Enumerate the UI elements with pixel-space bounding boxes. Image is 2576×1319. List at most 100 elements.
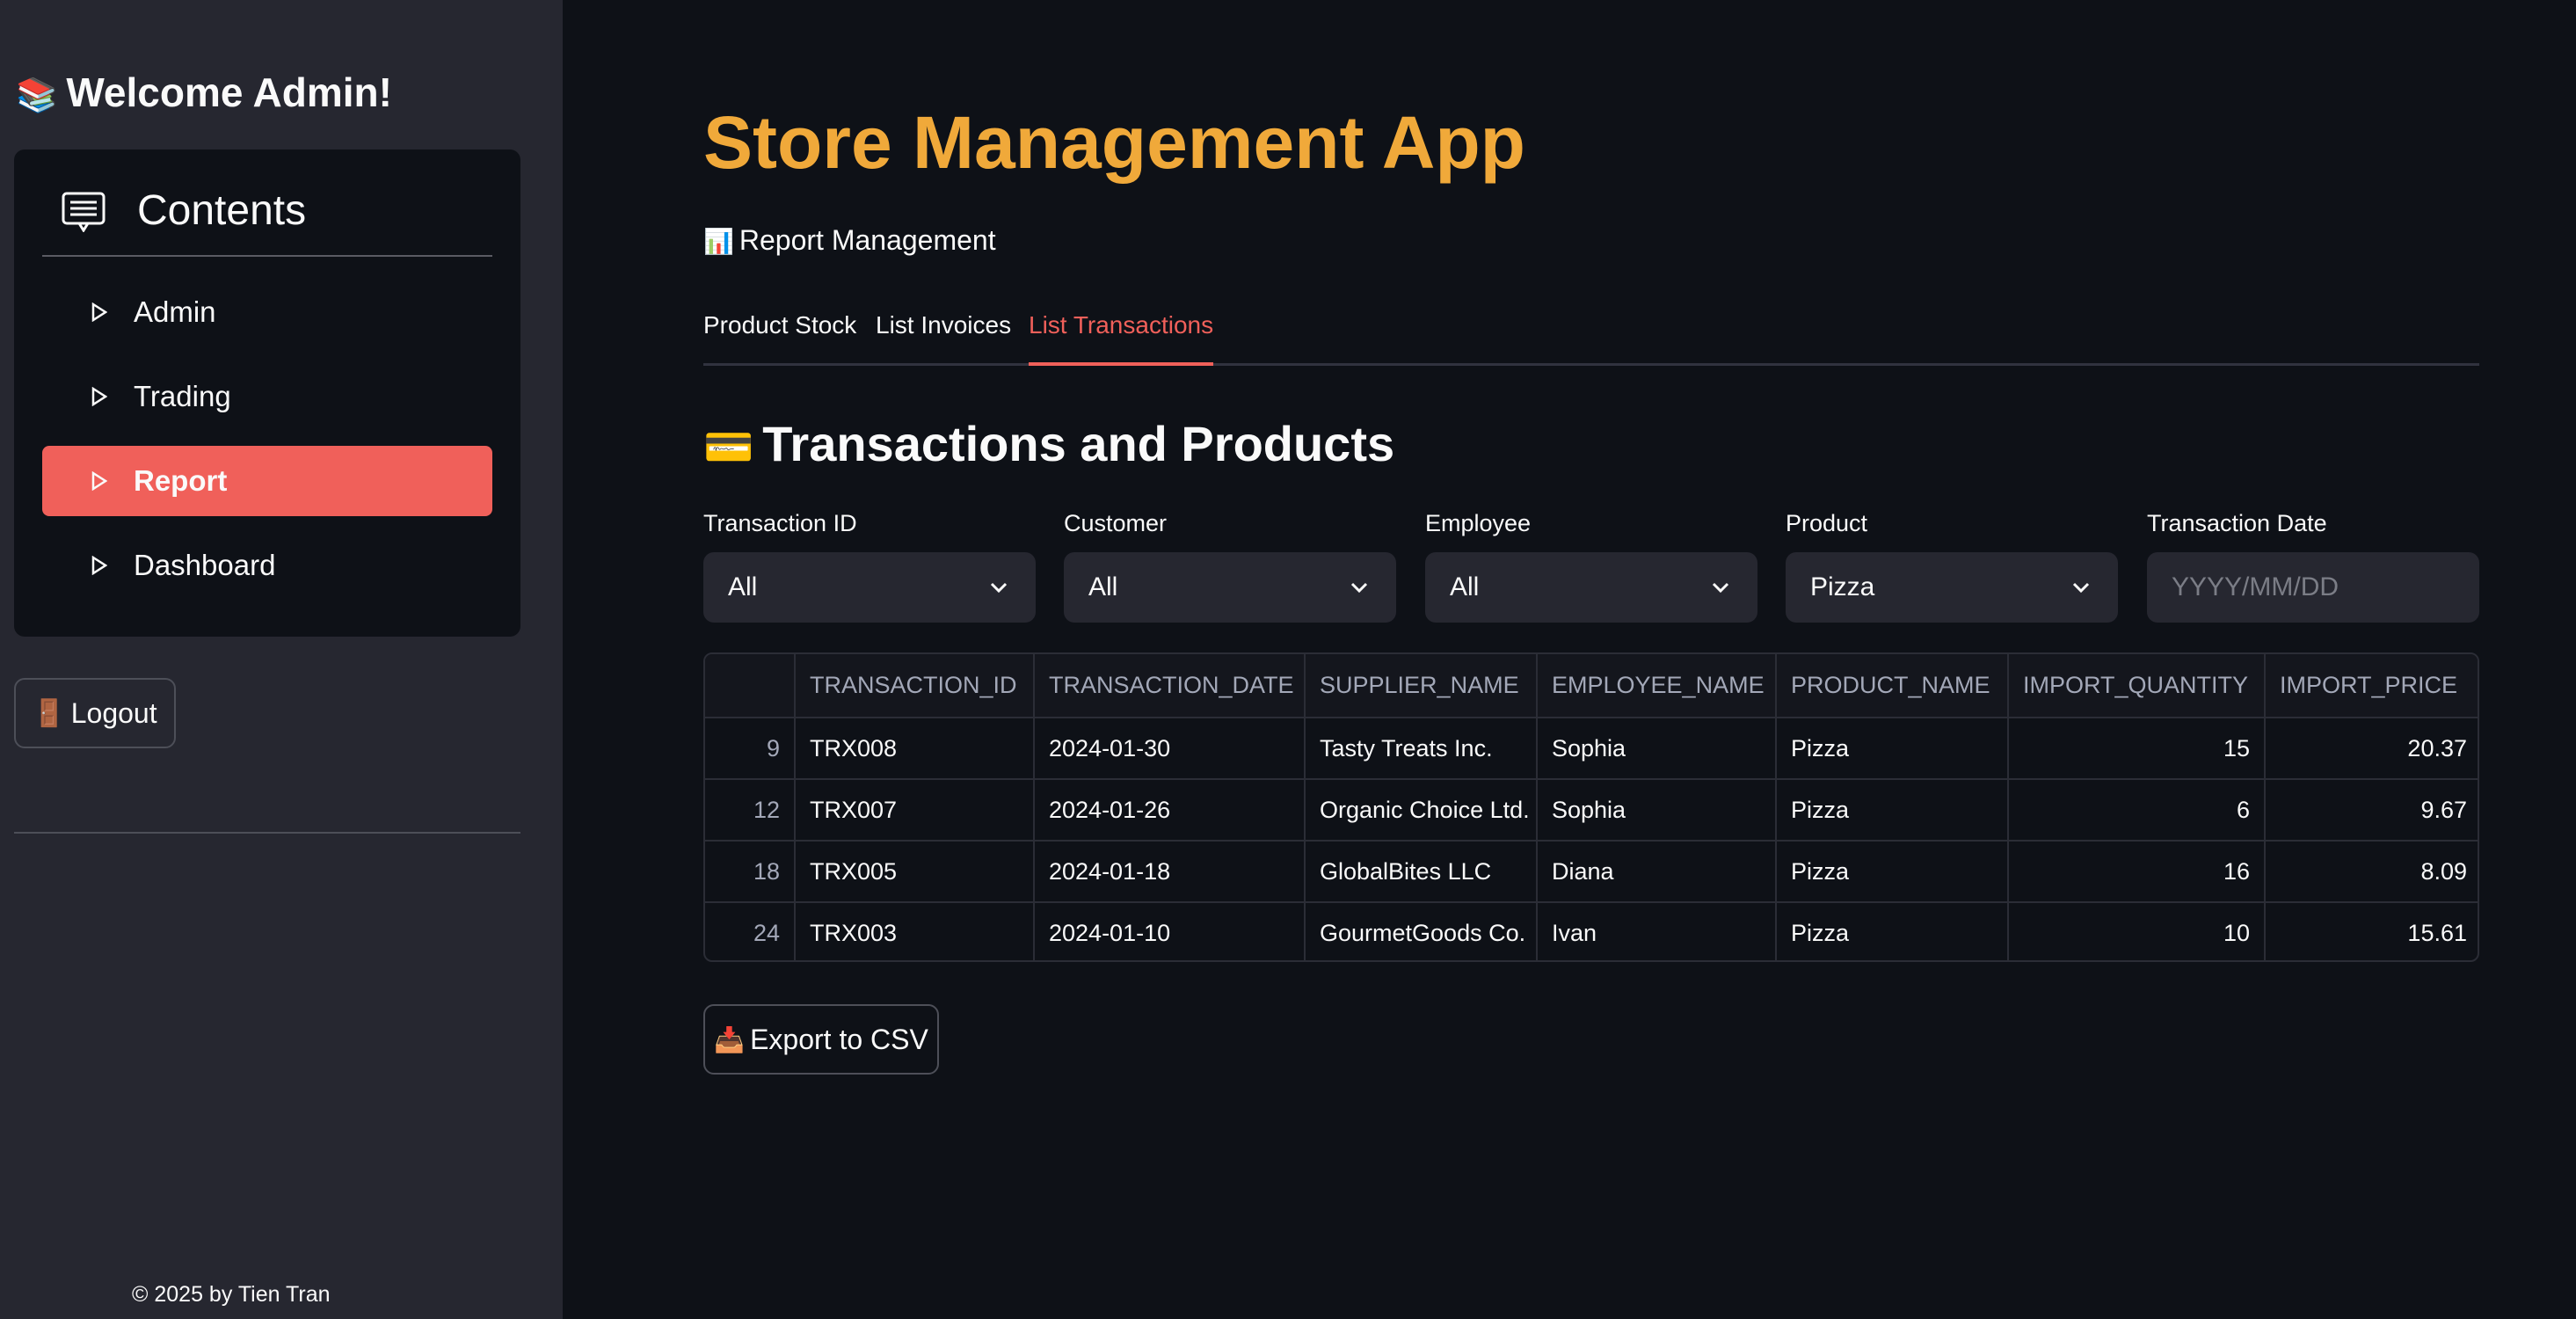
employee-filter: Employee All bbox=[1425, 510, 1757, 623]
table-cell[interactable]: Diana bbox=[1537, 841, 1777, 903]
inbox-tray-icon: 📥 bbox=[714, 1025, 746, 1053]
chevron-down-icon bbox=[2072, 582, 2090, 594]
column-header[interactable]: IMPORT_PRICE bbox=[2265, 654, 2478, 718]
customer-select[interactable]: All bbox=[1064, 552, 1396, 623]
product-filter: Product Pizza bbox=[1786, 510, 2118, 623]
bar-chart-icon: 📊 bbox=[703, 228, 734, 255]
column-header[interactable]: EMPLOYEE_NAME bbox=[1537, 654, 1777, 718]
transaction-id-select[interactable]: All bbox=[703, 552, 1036, 623]
table-cell[interactable]: GlobalBites LLC bbox=[1305, 841, 1538, 903]
table-row: 24 TRX003 2024-01-10 GourmetGoods Co. Iv… bbox=[705, 902, 2478, 960]
select-value: All bbox=[728, 572, 758, 601]
chevron-down-icon bbox=[990, 582, 1008, 594]
sidebar-item-dashboard[interactable]: Dashboard bbox=[42, 530, 492, 601]
sidebar: 📚 Welcome Admin! Contents Admin Trading R… bbox=[0, 0, 563, 1319]
section-title: 💳 Transactions and Products bbox=[703, 416, 1395, 471]
sidebar-item-admin[interactable]: Admin bbox=[42, 277, 492, 347]
filter-label: Transaction Date bbox=[2147, 510, 2327, 536]
door-icon: 🚪 bbox=[33, 698, 66, 728]
play-icon bbox=[91, 387, 107, 406]
table-row: 12 TRX007 2024-01-26 Organic Choice Ltd.… bbox=[705, 779, 2478, 842]
welcome-heading: 📚 Welcome Admin! bbox=[16, 69, 392, 115]
sidebar-item-label: Trading bbox=[134, 380, 231, 412]
table-cell[interactable]: Pizza bbox=[1776, 841, 2009, 903]
sidebar-item-report[interactable]: Report bbox=[42, 446, 492, 516]
table-cell[interactable]: Pizza bbox=[1776, 718, 2009, 780]
transaction-date-filter: Transaction Date YYYY/MM/DD bbox=[2147, 510, 2479, 623]
table-cell[interactable]: 2024-01-26 bbox=[1034, 779, 1306, 842]
customer-filter: Customer All bbox=[1064, 510, 1396, 623]
table-cell[interactable]: 9.67 bbox=[2265, 779, 2478, 842]
row-index: 9 bbox=[705, 718, 796, 780]
select-value: Pizza bbox=[1810, 572, 1875, 601]
column-header[interactable]: SUPPLIER_NAME bbox=[1305, 654, 1538, 718]
table-cell[interactable]: Tasty Treats Inc. bbox=[1305, 718, 1538, 780]
tab-bar: Product Stock List Invoices List Transac… bbox=[703, 308, 2479, 366]
filter-label: Product bbox=[1786, 510, 1868, 536]
menu-title: Contents bbox=[137, 187, 307, 234]
product-select[interactable]: Pizza bbox=[1786, 552, 2118, 623]
table-cell[interactable]: Sophia bbox=[1537, 779, 1777, 842]
play-icon bbox=[91, 556, 107, 575]
table-cell[interactable]: 20.37 bbox=[2265, 718, 2478, 780]
transaction-id-filter: Transaction ID All bbox=[703, 510, 1036, 623]
column-header[interactable]: TRANSACTION_ID bbox=[795, 654, 1035, 718]
transactions-table[interactable]: TRANSACTION_ID TRANSACTION_DATE SUPPLIER… bbox=[703, 652, 2479, 962]
sidebar-item-label: Dashboard bbox=[134, 549, 276, 581]
table-row: 18 TRX005 2024-01-18 GlobalBites LLC Dia… bbox=[705, 841, 2478, 903]
employee-select[interactable]: All bbox=[1425, 552, 1757, 623]
tab-list-transactions[interactable]: List Transactions bbox=[1029, 311, 1214, 366]
report-subheader: 📊 Report Management bbox=[703, 224, 996, 256]
table-cell[interactable]: 10 bbox=[2008, 902, 2266, 960]
table-cell[interactable]: 15.61 bbox=[2265, 902, 2478, 960]
play-icon bbox=[91, 302, 107, 322]
table-cell[interactable]: 15 bbox=[2008, 718, 2266, 780]
column-header[interactable]: TRANSACTION_DATE bbox=[1034, 654, 1306, 718]
table-cell[interactable]: Sophia bbox=[1537, 718, 1777, 780]
table-header-row: TRANSACTION_ID TRANSACTION_DATE SUPPLIER… bbox=[705, 654, 2478, 718]
table-cell[interactable]: GourmetGoods Co. bbox=[1305, 902, 1538, 960]
table-cell[interactable]: TRX005 bbox=[795, 841, 1035, 903]
table-cell[interactable]: Pizza bbox=[1776, 902, 2009, 960]
table-cell[interactable]: Organic Choice Ltd. bbox=[1305, 779, 1538, 842]
chevron-down-icon bbox=[1712, 582, 1729, 594]
row-index: 18 bbox=[705, 841, 796, 903]
export-csv-button[interactable]: 📥 Export to CSV bbox=[703, 1004, 939, 1075]
tab-list-invoices[interactable]: List Invoices bbox=[876, 311, 1011, 366]
logout-button[interactable]: 🚪 Logout bbox=[14, 678, 176, 748]
table-cell[interactable]: 2024-01-18 bbox=[1034, 841, 1306, 903]
books-icon: 📚 bbox=[16, 77, 58, 114]
row-index: 12 bbox=[705, 779, 796, 842]
filter-label: Employee bbox=[1425, 510, 1532, 536]
tab-product-stock[interactable]: Product Stock bbox=[703, 311, 856, 366]
transaction-date-input[interactable]: YYYY/MM/DD bbox=[2147, 552, 2479, 623]
copyright-footer: © 2025 by Tien Tran bbox=[132, 1282, 331, 1307]
table-cell[interactable]: 2024-01-30 bbox=[1034, 718, 1306, 780]
table-cell[interactable]: 16 bbox=[2008, 841, 2266, 903]
table-cell[interactable]: 6 bbox=[2008, 779, 2266, 842]
table-cell[interactable]: TRX003 bbox=[795, 902, 1035, 960]
column-header[interactable]: IMPORT_QUANTITY bbox=[2008, 654, 2266, 718]
card-list-icon bbox=[62, 192, 106, 232]
select-value: All bbox=[1450, 572, 1480, 601]
table-cell[interactable]: Pizza bbox=[1776, 779, 2009, 842]
page-title: Store Management App bbox=[703, 101, 1525, 184]
table-row: 9 TRX008 2024-01-30 Tasty Treats Inc. So… bbox=[705, 718, 2478, 780]
menu-header: Contents bbox=[14, 174, 520, 241]
credit-card-icon: 💳 bbox=[703, 424, 754, 470]
column-header[interactable]: PRODUCT_NAME bbox=[1776, 654, 2009, 718]
table-cell[interactable]: Ivan bbox=[1537, 902, 1777, 960]
sidebar-item-trading[interactable]: Trading bbox=[42, 361, 492, 432]
sidebar-divider bbox=[14, 832, 520, 834]
table-cell[interactable]: TRX008 bbox=[795, 718, 1035, 780]
sidebar-item-label: Admin bbox=[134, 295, 216, 328]
row-index: 24 bbox=[705, 902, 796, 960]
menu-divider bbox=[42, 255, 492, 257]
filter-label: Customer bbox=[1064, 510, 1168, 536]
table-cell[interactable]: TRX007 bbox=[795, 779, 1035, 842]
select-value: All bbox=[1088, 572, 1118, 601]
chevron-down-icon bbox=[1350, 582, 1368, 594]
table-cell[interactable]: 8.09 bbox=[2265, 841, 2478, 903]
table-cell[interactable]: 2024-01-10 bbox=[1034, 902, 1306, 960]
filter-label: Transaction ID bbox=[703, 510, 857, 536]
